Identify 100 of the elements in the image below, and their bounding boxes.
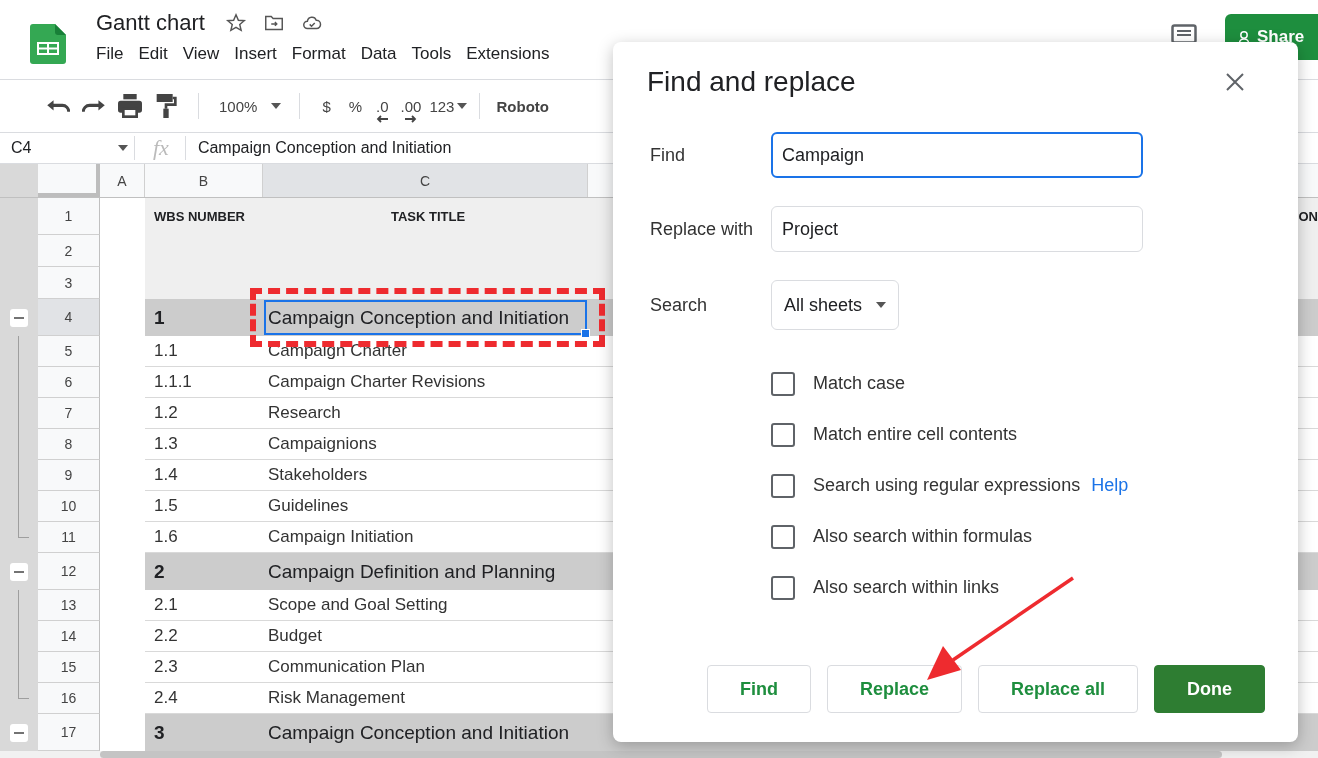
row-number[interactable]: 14 [38,621,100,652]
menu-item[interactable]: Tools [407,42,457,66]
menu-item[interactable]: Edit [134,42,173,66]
number-format-dropdown[interactable]: 123 [425,89,472,123]
table-cell: 1.4 [145,460,263,491]
field-label: Replace with [649,218,755,240]
table-cell: Research [263,398,588,429]
row-number[interactable]: 4 [38,299,100,336]
table-cell: 1.2 [145,398,263,429]
table-cell: 2.2 [145,621,263,652]
table-cell: Budget [263,621,588,652]
row-number[interactable]: 11 [38,522,100,553]
sheets-logo-icon[interactable] [30,24,66,64]
row-number[interactable]: 5 [38,336,100,367]
menu-item[interactable]: View [178,42,225,66]
row-number[interactable]: 10 [38,491,100,522]
percent-button[interactable]: % [344,89,367,123]
row-number[interactable]: 16 [38,683,100,714]
table-cell: 1.3 [145,429,263,460]
row-number[interactable]: 8 [38,429,100,460]
table-cell: WBS NUMBER [145,198,263,235]
dialog-button[interactable]: Find [706,665,811,713]
row-number[interactable]: 7 [38,398,100,429]
dialog-title: Find and replace [647,66,856,98]
row-number[interactable]: 2 [38,235,100,267]
table-cell: Campaign Charter Revisions [263,367,588,398]
field-label: Search [649,294,709,316]
table-cell: 2 [145,553,263,590]
group-gutter [0,198,38,235]
collapse-icon[interactable] [10,723,28,742]
table-cell: Stakeholders [263,460,588,491]
column-header[interactable]: C [263,164,588,197]
table-cell: Campaign Conception and Initiation [263,714,588,751]
checkbox-label[interactable]: Also search within formulas [813,526,1033,547]
table-cell: Campaign Conception and Initiation [263,299,588,336]
table-cell: TASK TITLE [263,198,588,235]
menu-item[interactable]: Format [287,42,351,66]
menu-item[interactable]: File [92,42,129,66]
checkbox[interactable] [771,422,795,447]
table-cell: Campaignions [263,429,588,460]
row-number[interactable]: 13 [38,590,100,621]
collapse-icon[interactable] [10,308,28,327]
table-cell: 2.1 [145,590,263,621]
caret-icon [457,103,468,109]
print-icon[interactable] [118,94,142,118]
fill-handle[interactable] [581,329,590,338]
row-number[interactable]: 12 [38,553,100,590]
formula-input[interactable]: Campaign Conception and Initiation [197,139,452,157]
caret-icon [118,145,128,151]
dialog-button[interactable]: Replace all [977,665,1138,713]
name-box[interactable]: C4 [0,133,134,163]
collapse-icon[interactable] [10,562,28,581]
row-number[interactable]: 3 [38,267,100,299]
dialog-button[interactable]: Replace [826,665,962,713]
checkbox-label[interactable]: Match case [813,373,906,394]
table-cell: 1.5 [145,491,263,522]
row-number[interactable]: 17 [38,714,100,751]
checkbox-label[interactable]: Also search within links [813,577,1000,598]
search-scope-dropdown[interactable]: All sheets [771,280,900,330]
redo-icon[interactable] [82,99,106,113]
close-icon[interactable] [1226,73,1244,91]
table-cell: Communication Plan [263,652,588,683]
row-number[interactable]: 15 [38,652,100,683]
table-cell: 1.1.1 [145,367,263,398]
function-label: fx [134,136,186,160]
currency-button[interactable]: $ [318,89,335,123]
star-icon[interactable] [224,12,247,34]
table-cell: 1.1 [145,336,263,367]
menu-item[interactable]: Data [356,42,402,66]
zoom-dropdown[interactable]: 100% [207,89,292,123]
input-field[interactable]: Project [771,206,1143,252]
checkbox-label[interactable]: Match entire cell contents [813,424,1018,445]
column-header[interactable]: A [100,164,145,197]
decrease-decimals-button[interactable]: .0 [372,89,393,123]
font-dropdown[interactable]: Roboto [488,97,549,115]
checkbox[interactable] [771,524,795,549]
row-number[interactable]: 6 [38,367,100,398]
document-title[interactable]: Gantt chart [96,10,205,36]
menu-item[interactable]: Extensions [462,42,555,66]
dialog-button[interactable]: Done [1154,665,1265,713]
table-cell: 2.3 [145,652,263,683]
arrow-left-icon [376,115,389,123]
table-cell: 3 [145,714,263,751]
caret-icon [876,302,887,308]
table-cell: 1 [145,299,263,336]
menu-item[interactable]: Insert [230,42,282,66]
increase-decimals-button[interactable]: .00 [396,89,426,123]
checkbox[interactable] [771,575,795,600]
checkbox[interactable] [771,371,795,396]
paint-roller-icon[interactable] [154,94,178,118]
arrow-right-icon [405,115,417,123]
checkbox[interactable] [771,473,795,498]
input-field[interactable]: Campaign [771,132,1143,178]
row-number[interactable]: 1 [38,198,100,235]
help-link[interactable]: Help [1091,475,1129,496]
caret-icon [271,103,282,109]
table-cell: Campaign Definition and Planning [263,553,588,590]
row-number[interactable]: 9 [38,460,100,491]
undo-icon[interactable] [46,99,70,113]
checkbox-label[interactable]: Search using regular expressions [813,475,1081,496]
